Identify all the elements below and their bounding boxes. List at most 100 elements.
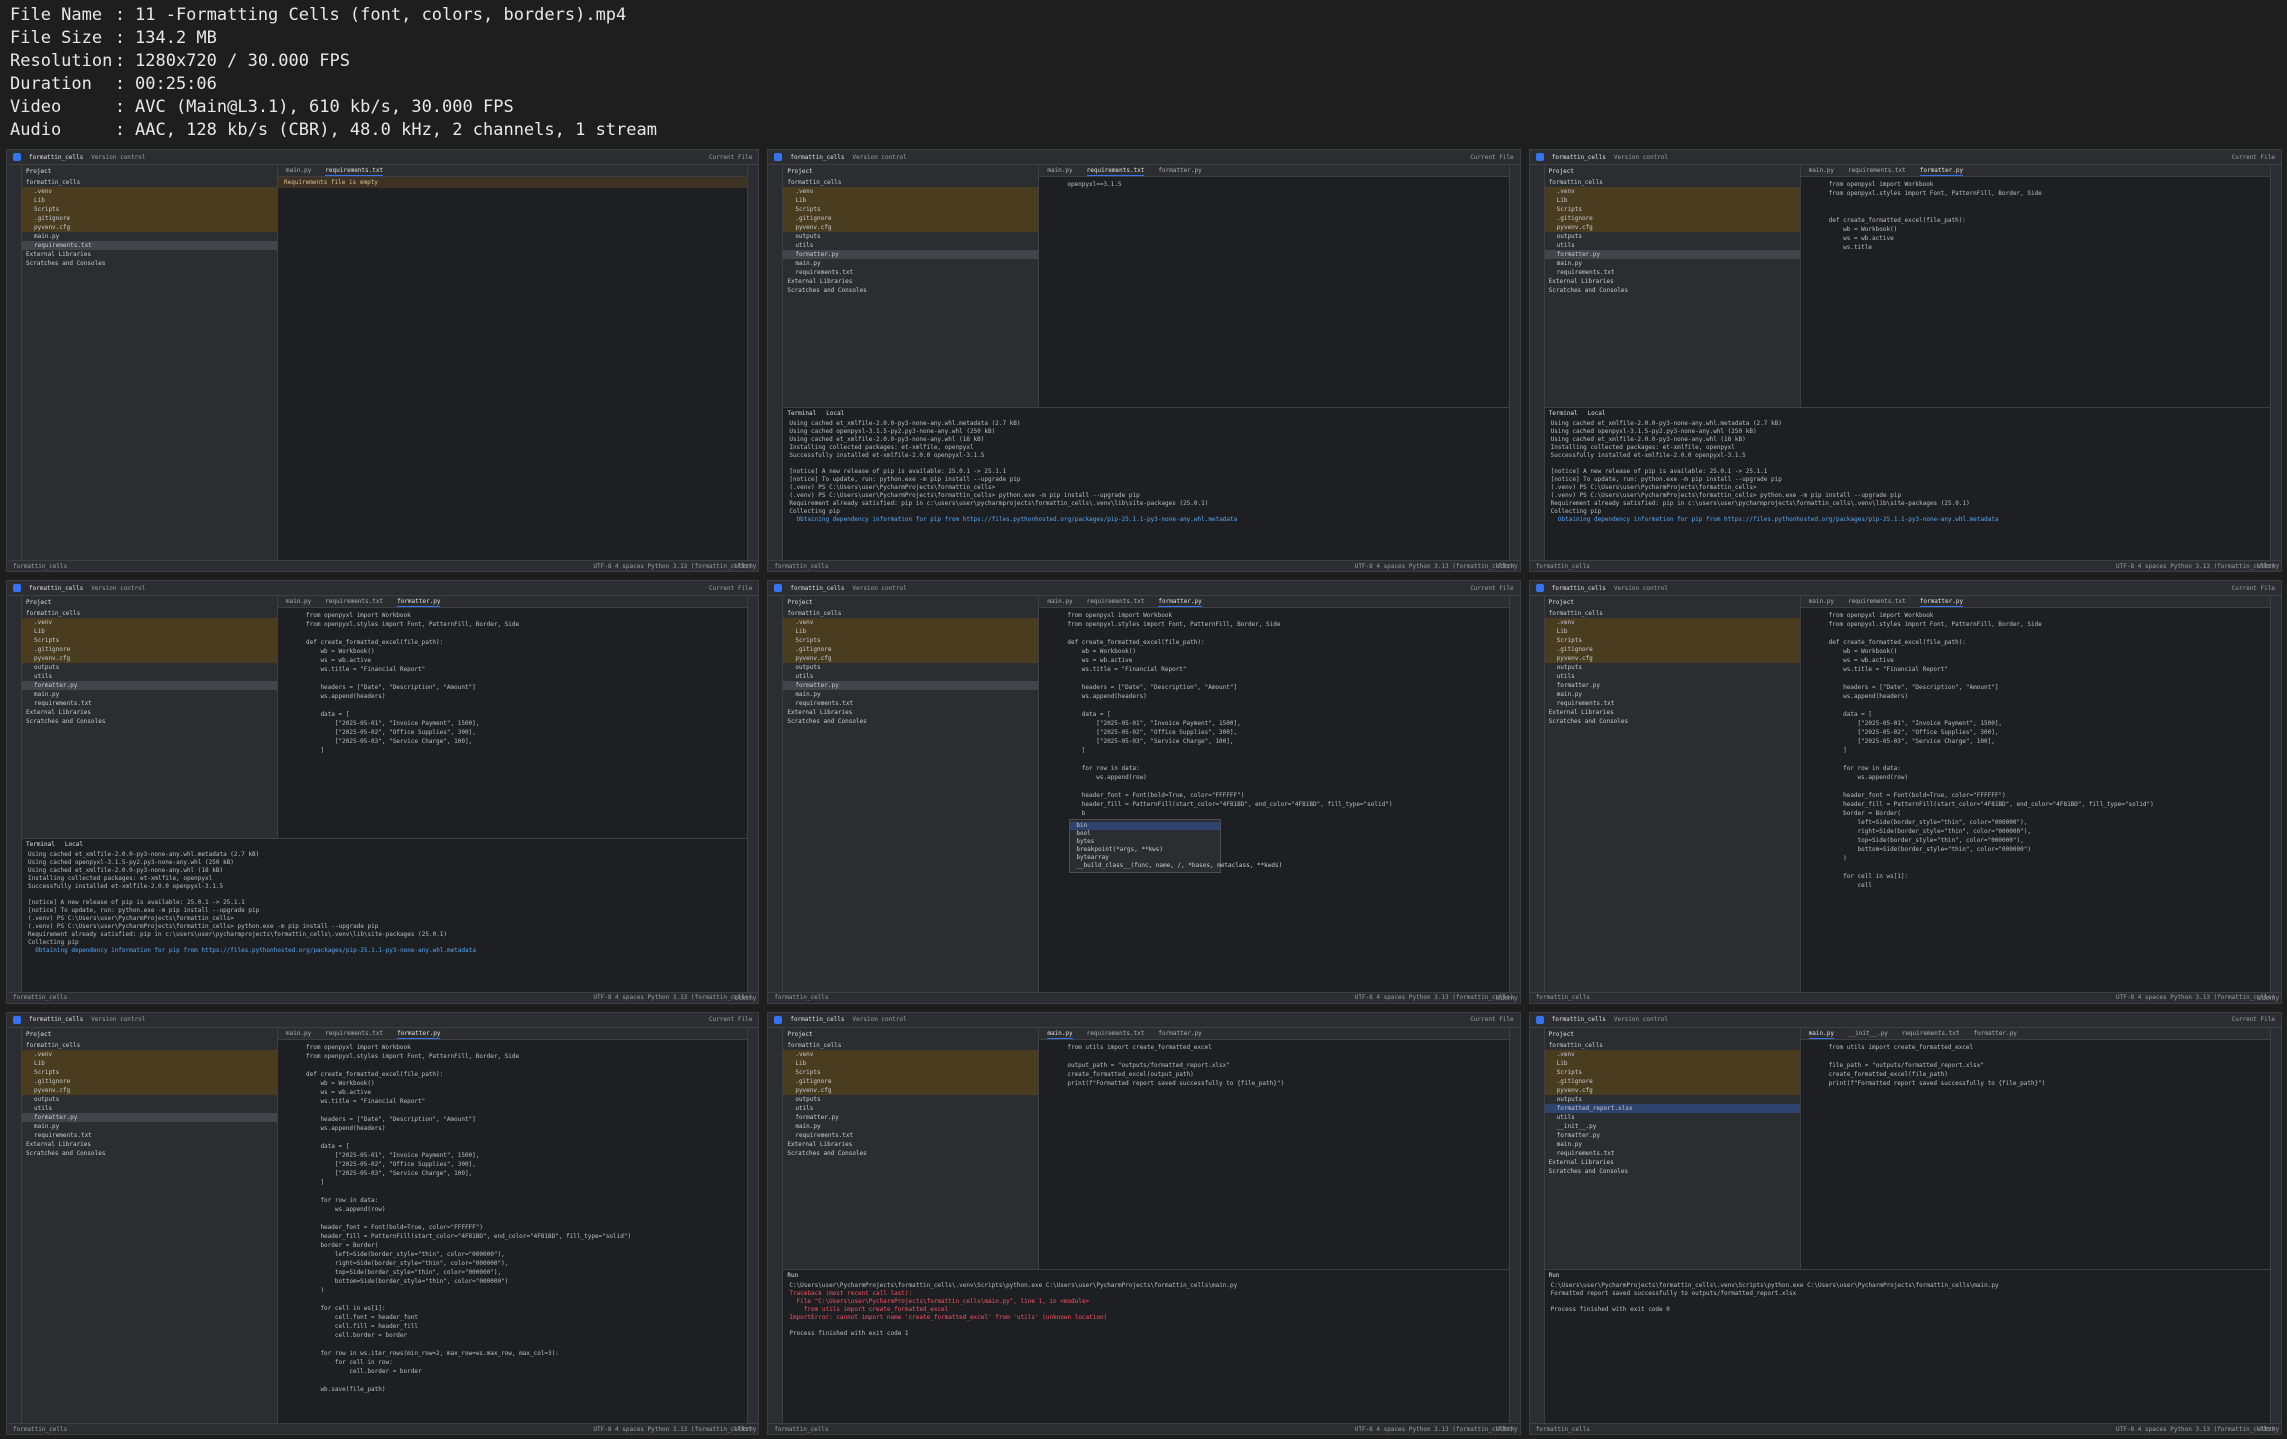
tree-item[interactable]: outputs (1545, 232, 1800, 241)
version-control-menu[interactable]: Version control (91, 154, 145, 161)
tree-item[interactable]: requirements.txt (22, 699, 277, 708)
project-name[interactable]: formattin_cells (29, 585, 83, 592)
tree-item[interactable]: Lib (1544, 1058, 1800, 1068)
tree-item[interactable]: Scratches and Consoles (1545, 286, 1800, 295)
tree-item[interactable]: pyvenv.cfg (22, 1085, 277, 1095)
tree-item[interactable]: Scripts (22, 1067, 277, 1077)
tree-item[interactable]: outputs (1545, 1095, 1800, 1104)
local-tab[interactable]: Local (65, 841, 83, 848)
tree-item[interactable]: Scratches and Consoles (22, 717, 277, 726)
tree-item[interactable]: External Libraries (783, 708, 1038, 717)
tree-item[interactable]: requirements.txt (22, 1131, 277, 1140)
project-name[interactable]: formattin_cells (790, 585, 844, 592)
run-tab[interactable]: Run (787, 1272, 798, 1279)
tree-item[interactable]: pyvenv.cfg (1544, 654, 1800, 664)
tree-item[interactable]: utils (783, 1104, 1038, 1113)
tree-item[interactable]: requirements.txt (1545, 1149, 1800, 1158)
tree-item[interactable]: Scripts (1544, 205, 1800, 214)
tree-item[interactable]: utils (22, 672, 277, 681)
code-area[interactable]: openpyxl==3.1.5 (1039, 177, 1508, 189)
autocomplete-item[interactable]: bin (1070, 822, 1221, 831)
tree-item[interactable]: Scratches and Consoles (783, 1149, 1038, 1158)
tree-item[interactable]: .gitignore (22, 214, 277, 223)
editor-tab[interactable]: main.py (286, 165, 311, 176)
tree-item[interactable]: formattin_cells (783, 609, 1038, 618)
editor-tab[interactable]: requirements.txt (1902, 1028, 1960, 1039)
tree-item[interactable]: formattin_cells (1545, 609, 1800, 618)
right-tool-strip[interactable] (747, 1027, 759, 1424)
right-tool-strip[interactable] (2269, 165, 2281, 562)
tree-item[interactable]: Lib (22, 196, 277, 205)
editor-tab[interactable]: requirements.txt (1087, 1028, 1145, 1039)
tree-item[interactable]: outputs (22, 1095, 277, 1104)
tree-item[interactable]: main.py (1545, 1140, 1800, 1149)
right-tool-strip[interactable] (747, 596, 759, 993)
local-tab[interactable]: Local (1588, 410, 1606, 417)
tree-item[interactable]: Lib (22, 627, 277, 637)
tree-item[interactable]: requirements.txt (22, 241, 277, 250)
autocomplete-item[interactable]: bytearray (1070, 854, 1220, 862)
tree-item[interactable]: formattin_cells (22, 178, 277, 187)
tree-item[interactable]: utils (783, 241, 1038, 250)
tree-item[interactable]: Scripts (783, 205, 1039, 214)
editor-tab[interactable]: formatter.py (397, 596, 441, 608)
version-control-menu[interactable]: Version control (1614, 585, 1668, 592)
run-config-selector[interactable]: Current File (2232, 1016, 2275, 1023)
run-panel[interactable]: Run C:\Users\user\PycharmProjects\formatt… (1544, 1269, 2270, 1424)
version-control-menu[interactable]: Version control (91, 585, 145, 592)
code-editor[interactable]: main.py requirements.txt formatter.py from … (1800, 165, 2270, 410)
tree-item[interactable]: requirements.txt (783, 268, 1038, 277)
tree-item[interactable]: .venv (22, 1049, 277, 1059)
tree-item[interactable]: __init__.py (1545, 1122, 1800, 1131)
tree-item[interactable]: Lib (1544, 196, 1800, 205)
tree-item[interactable]: pyvenv.cfg (783, 1085, 1039, 1095)
tree-item[interactable]: formattin_cells (22, 609, 277, 618)
project-name[interactable]: formattin_cells (1552, 154, 1606, 161)
version-control-menu[interactable]: Version control (853, 1016, 907, 1023)
tree-item[interactable]: External Libraries (1545, 1158, 1800, 1167)
code-area[interactable]: from utils import create_formatted_excel… (1039, 1040, 1508, 1088)
tree-item[interactable]: main.py (1545, 259, 1800, 268)
code-area[interactable]: from openpyxl import Workbook from openpy… (1801, 608, 2270, 890)
terminal-panel[interactable]: Terminal Local Using cached et_xmlfile-2.0… (22, 837, 748, 993)
code-area[interactable]: from openpyxl import Workbook from openpy… (278, 1040, 747, 1394)
editor-tab[interactable]: formatter.py (1158, 1028, 1201, 1039)
tree-item[interactable]: outputs (783, 232, 1038, 241)
project-name[interactable]: formattin_cells (29, 154, 83, 161)
tree-item[interactable]: requirements.txt (783, 1131, 1038, 1140)
tree-item[interactable]: pyvenv.cfg (783, 654, 1039, 664)
editor-tab[interactable]: __init__.py (1848, 1028, 1888, 1039)
version-control-menu[interactable]: Version control (91, 1016, 145, 1023)
code-editor[interactable]: main.py requirements.txt formatter.py from … (278, 1027, 748, 1424)
run-config-selector[interactable]: Current File (1470, 585, 1513, 592)
tree-item[interactable]: outputs (783, 663, 1038, 672)
editor-tab[interactable]: formatter.py (1919, 165, 1964, 176)
tree-item[interactable]: main.py (22, 1122, 277, 1131)
tree-item[interactable]: External Libraries (1545, 708, 1800, 717)
tree-item[interactable]: .gitignore (1544, 645, 1800, 655)
tree-item[interactable]: .venv (22, 618, 277, 628)
tree-item[interactable]: main.py (1545, 690, 1800, 699)
tree-item[interactable]: .gitignore (783, 1076, 1039, 1086)
project-name[interactable]: formattin_cells (1552, 585, 1606, 592)
code-editor[interactable]: main.py requirements.txt formatter.py from … (278, 596, 748, 841)
run-config-selector[interactable]: Current File (2232, 585, 2275, 592)
left-tool-strip[interactable] (1529, 165, 1545, 562)
right-tool-strip[interactable] (747, 165, 759, 562)
editor-tab[interactable]: formatter.py (1919, 596, 1964, 608)
project-name[interactable]: formattin_cells (1552, 1016, 1606, 1023)
right-tool-strip[interactable] (1508, 1027, 1520, 1424)
tree-item[interactable]: Scripts (22, 205, 277, 214)
run-config-selector[interactable]: Current File (1470, 1016, 1513, 1023)
right-tool-strip[interactable] (1508, 596, 1520, 993)
tree-item[interactable]: Lib (783, 196, 1039, 205)
editor-tab[interactable]: main.py (1047, 1028, 1073, 1039)
tree-item[interactable]: External Libraries (1545, 277, 1800, 286)
autocomplete-item[interactable]: breakpoint(*args, **kws) (1070, 846, 1220, 854)
tree-item[interactable]: formattin_cells (1545, 1041, 1800, 1050)
left-tool-strip[interactable] (1529, 1027, 1545, 1424)
tree-item[interactable]: formatter.py (1545, 681, 1800, 690)
project-name[interactable]: formattin_cells (790, 154, 844, 161)
tree-item[interactable]: .gitignore (1544, 214, 1800, 223)
project-name[interactable]: formattin_cells (29, 1016, 83, 1023)
